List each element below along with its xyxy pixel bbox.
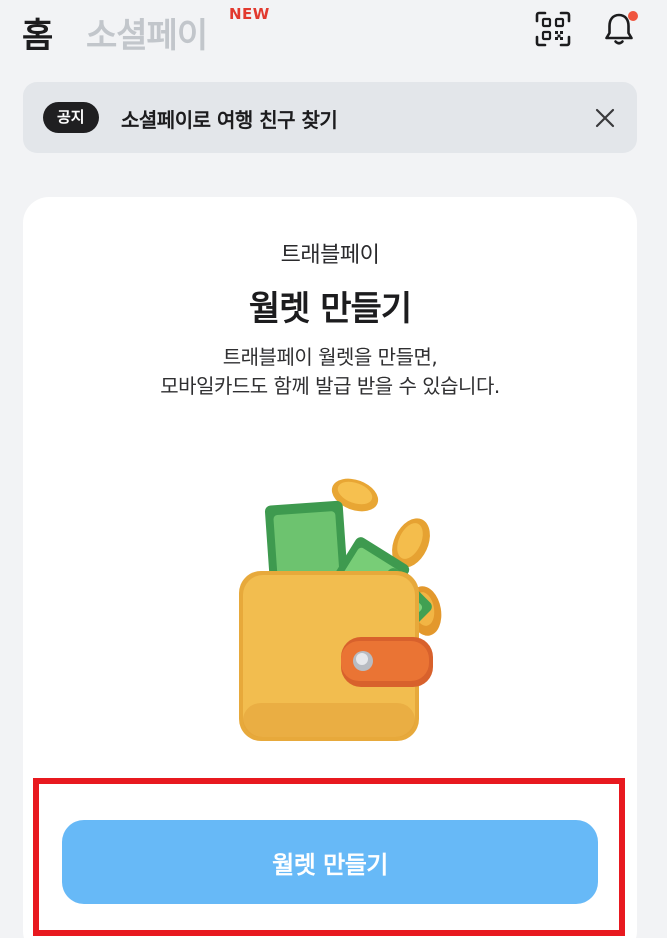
notice-close-button[interactable] [592, 105, 618, 131]
description-line-1: 트래블페이 월렛을 만들면, [222, 345, 438, 369]
notice-text[interactable]: 소셜페이로 여행 친구 찾기 [121, 104, 338, 133]
qr-scan-button[interactable] [534, 10, 572, 48]
card-title: 월렛 만들기 [248, 289, 412, 329]
description-line-2: 모바일카드도 함께 발급 받을 수 있습니다. [160, 374, 500, 398]
qr-scan-icon [535, 11, 571, 47]
tab-home[interactable]: 홈 [22, 8, 53, 57]
notice-badge: 공지 [43, 102, 99, 133]
card-description: 트래블페이 월렛을 만들면, 모바일카드도 함께 발급 받을 수 있습니다. [23, 343, 637, 401]
notification-dot [628, 11, 638, 21]
new-badge: NEW [229, 5, 270, 23]
tab-socialpay[interactable]: 소셜페이 [86, 8, 208, 57]
notice-banner[interactable]: 공지 소셜페이로 여행 친구 찾기 [23, 82, 637, 153]
top-header: 홈 소셜페이 NEW [0, 0, 667, 60]
wallet-illustration [213, 473, 453, 745]
wallet-money-icon [239, 478, 442, 741]
close-icon [595, 108, 615, 128]
card-subtitle: 트래블페이 [280, 243, 380, 268]
create-wallet-button[interactable]: 월렛 만들기 [62, 820, 598, 904]
